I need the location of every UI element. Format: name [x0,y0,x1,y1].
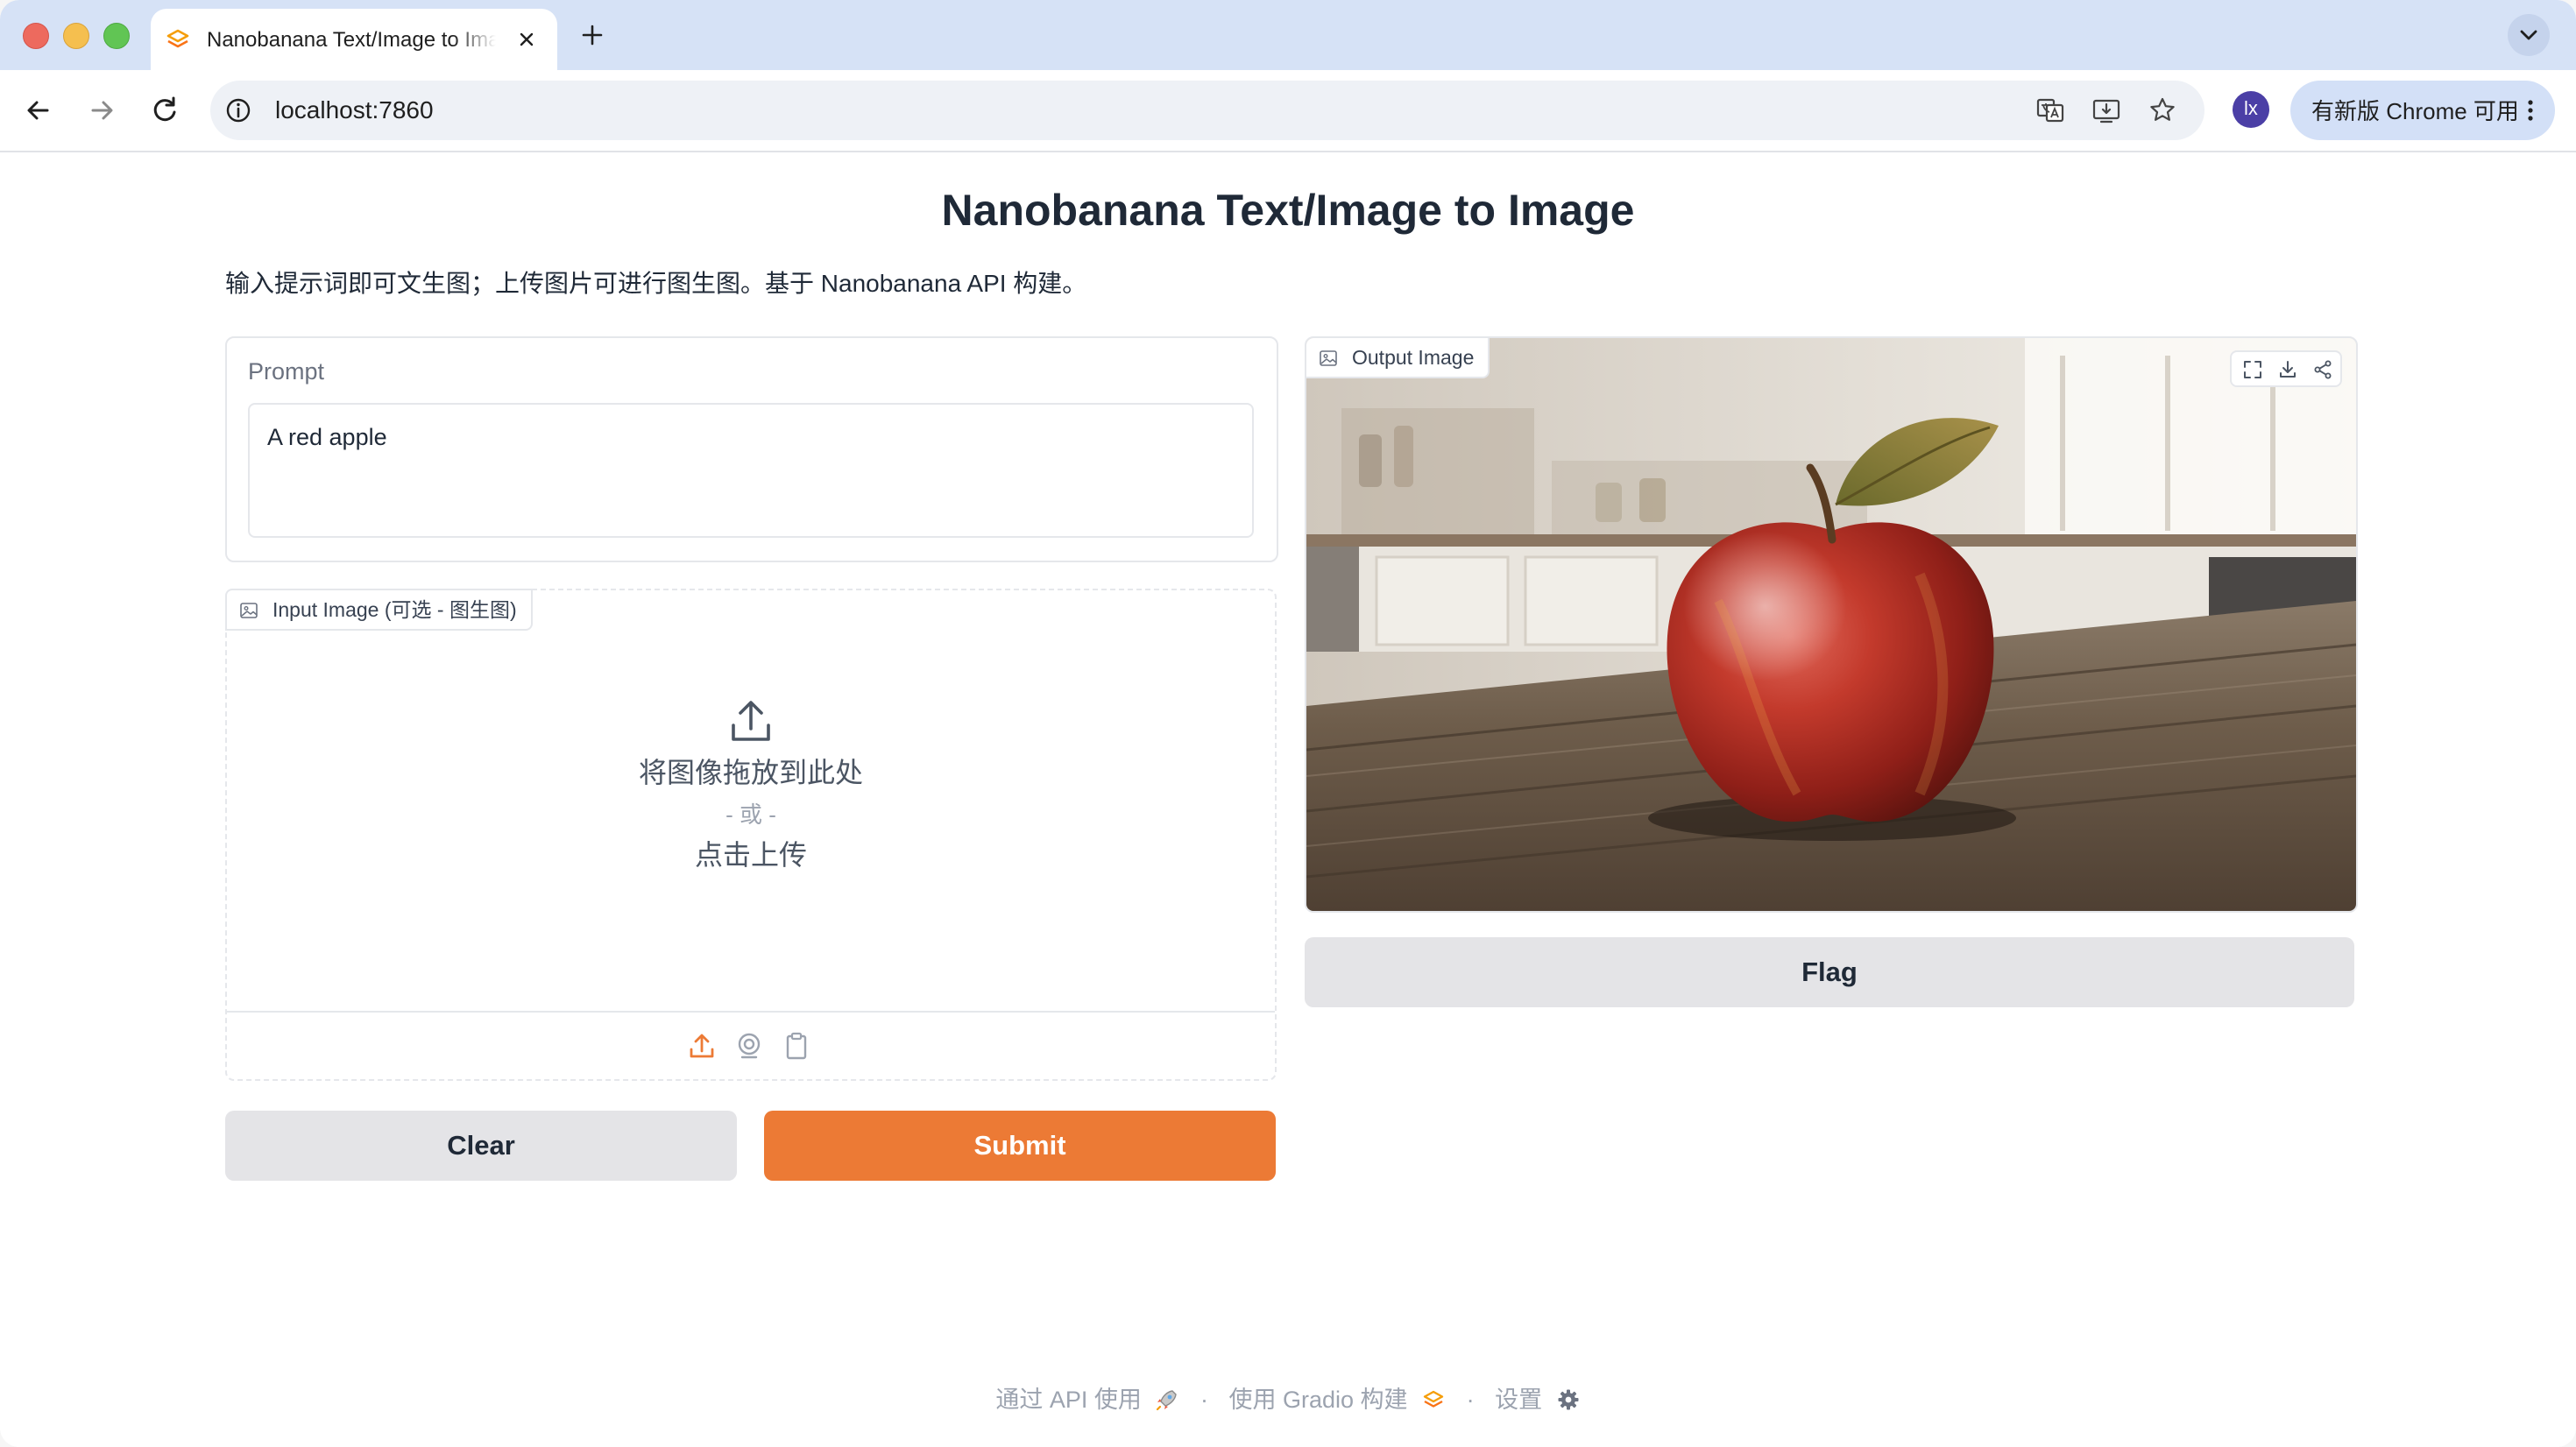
image-icon [1320,350,1337,366]
webcam-source-icon[interactable] [733,1030,765,1062]
image-dropzone[interactable]: 将图像拖放到此处 - 或 - 点击上传 [227,632,1275,992]
image-source-bar [227,1011,1275,1081]
update-label: 有新版 Chrome 可用 [2311,98,2519,124]
reload-icon[interactable] [144,89,186,131]
chrome-update-button[interactable]: 有新版 Chrome 可用 [2290,81,2555,140]
close-window-button[interactable] [23,23,49,49]
upload-icon [732,701,770,741]
prompt-label: Prompt [248,358,325,385]
output-image [1306,338,2356,911]
share-icon[interactable] [2312,359,2333,380]
upload-source-icon[interactable] [686,1030,718,1062]
forward-icon[interactable] [81,89,123,131]
submit-button[interactable]: Submit [764,1111,1276,1181]
new-tab-icon[interactable] [575,18,610,53]
download-icon[interactable] [2277,359,2298,380]
chevron-down-icon [2520,30,2537,40]
url-text: localhost:7860 [275,96,434,124]
image-icon [240,603,258,618]
dropzone-or-text: - 或 - [725,801,776,828]
gradio-app: Nanobanana Text/Image to Image 输入提示词即可文生… [0,152,2576,1447]
browser-tab[interactable]: Nanobanana Text/Image to Image [151,9,557,70]
maximize-window-button[interactable] [103,23,130,49]
input-image-block: Input Image (可选 - 图生图) 将图像拖放到此处 - 或 - 点击… [225,589,1277,1081]
prompt-block: Prompt A red apple [225,336,1278,562]
output-image-label: Output Image [1306,338,1490,378]
clear-button[interactable]: Clear [225,1111,737,1181]
footer-gradio-link[interactable]: 使用 Gradio 构建 [1228,1387,1407,1413]
flag-button[interactable]: Flag [1305,937,2354,1007]
gradio-favicon-icon [166,29,189,48]
site-info-icon[interactable] [224,96,252,124]
output-image-label-text: Output Image [1352,346,1475,369]
output-image-toolbar [2230,350,2342,387]
page-description: 输入提示词即可文生图；上传图片可进行图生图。基于 Nanobanana API … [225,270,1087,297]
tab-search-button[interactable] [2508,14,2550,56]
translate-icon[interactable] [2035,95,2066,126]
tab-strip: Nanobanana Text/Image to Image [0,0,2576,70]
footer-separator: · [1200,1386,1208,1413]
rocket-icon [1157,1390,1178,1410]
footer-api-link[interactable]: 通过 API 使用 [995,1387,1142,1413]
back-icon[interactable] [18,89,60,131]
clipboard-source-icon[interactable] [781,1030,812,1062]
dropzone-drop-text: 将图像拖放到此处 [638,757,863,788]
fullscreen-icon[interactable] [2242,359,2263,380]
address-bar[interactable]: localhost:7860 [210,81,2204,140]
gradio-logo-icon [1423,1390,1444,1408]
profile-avatar[interactable]: lx [2233,91,2269,128]
footer-separator: · [1466,1386,1475,1413]
browser-window: Nanobanana Text/Image to Image localhost… [0,0,2576,1447]
dropzone-click-text: 点击上传 [694,839,807,871]
gear-icon [1558,1389,1579,1410]
bookmark-star-icon[interactable] [2147,95,2178,126]
footer-settings-link[interactable]: 设置 [1495,1387,1542,1413]
footer: 通过 API 使用 · 使用 Gradio 构建 · 设置 [0,1382,2576,1415]
browser-toolbar: localhost:7860 lx 有新版 Chrome 可用 [0,70,2576,152]
tab-title: Nanobanana Text/Image to Image [207,28,496,52]
output-image-block: Output Image [1305,336,2358,913]
input-image-label: Input Image (可选 - 图生图) [225,589,533,631]
input-image-label-text: Input Image (可选 - 图生图) [272,598,517,621]
prompt-input[interactable]: A red apple [248,403,1254,538]
tab-close-icon[interactable] [513,26,540,53]
install-app-icon[interactable] [2091,95,2122,126]
page-title: Nanobanana Text/Image to Image [941,186,1635,235]
minimize-window-button[interactable] [63,23,89,49]
more-menu-icon[interactable] [2523,96,2537,124]
